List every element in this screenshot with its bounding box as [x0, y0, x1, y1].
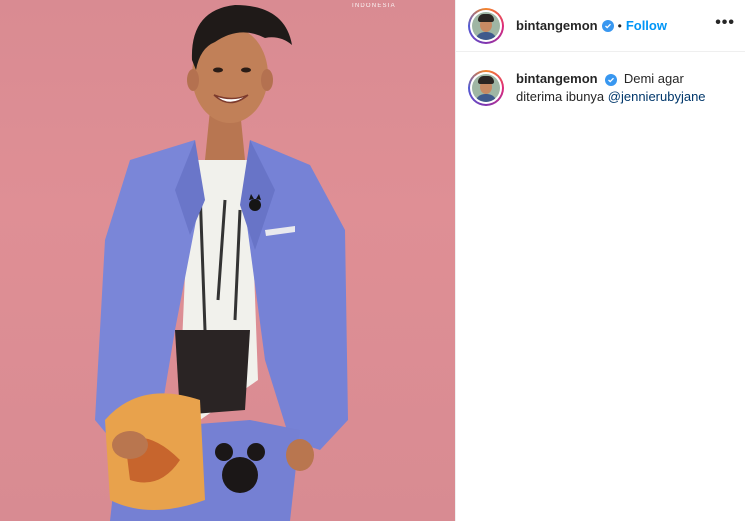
caption-avatar[interactable]: [468, 70, 504, 106]
caption-text: bintangemon Demi agar diterima ibunya @j…: [516, 70, 733, 106]
post-header: bintangemon • Follow •••: [456, 0, 745, 52]
avatar-image: [472, 74, 500, 102]
verified-badge-icon: [601, 19, 614, 32]
caption-username[interactable]: bintangemon: [516, 71, 598, 86]
person-illustration: [95, 5, 348, 521]
header-separator: •: [617, 18, 622, 33]
instagram-post: INDONESIA bintangemon • Follow ••• binta…: [0, 0, 745, 521]
verified-badge-icon: [605, 74, 618, 86]
post-photo[interactable]: INDONESIA: [0, 0, 455, 521]
avatar-border: [470, 72, 502, 104]
follow-button[interactable]: Follow: [626, 18, 667, 33]
header-avatar[interactable]: [468, 7, 504, 44]
post-side-panel: bintangemon • Follow ••• bintangemon Dem…: [455, 0, 745, 521]
header-username[interactable]: bintangemon: [516, 18, 598, 33]
post-caption: bintangemon Demi agar diterima ibunya @j…: [456, 52, 745, 106]
avatar-image: [472, 11, 500, 40]
avatar-border: [470, 9, 502, 42]
caption-mention-link[interactable]: @jennierubyjane: [608, 89, 706, 104]
more-options-icon[interactable]: •••: [715, 14, 735, 38]
